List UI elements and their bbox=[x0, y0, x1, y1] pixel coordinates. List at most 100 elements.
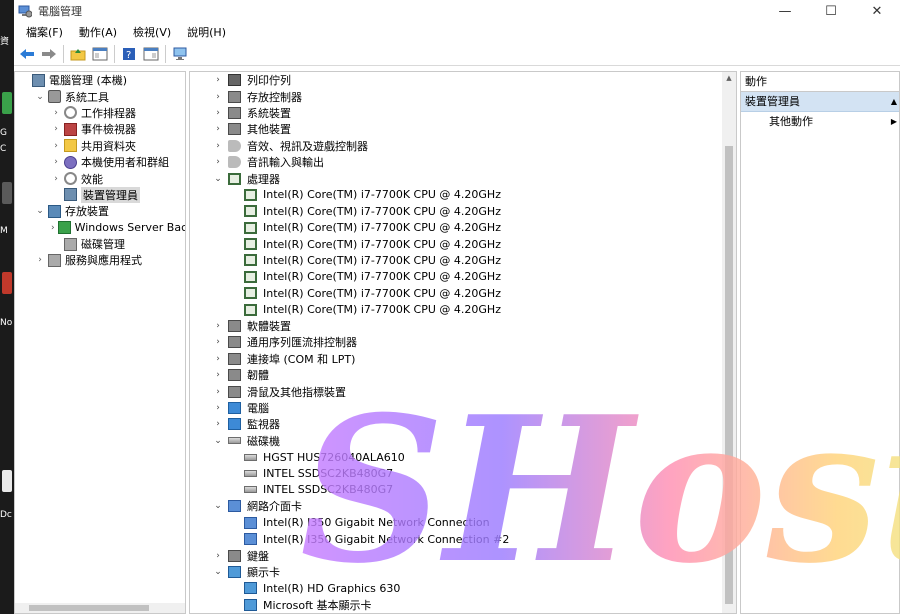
device-category[interactable]: › 監視器 bbox=[190, 416, 736, 432]
device-category[interactable]: › 鍵盤 bbox=[190, 547, 736, 563]
device-item[interactable]: Intel(R) I350 Gigabit Network Connection… bbox=[190, 531, 736, 547]
device-category[interactable]: › 連接埠 (COM 和 LPT) bbox=[190, 351, 736, 367]
device-category[interactable]: ⌄ 磁碟機 bbox=[190, 433, 736, 449]
chevron-right-icon[interactable]: › bbox=[35, 255, 45, 265]
menu-file[interactable]: 檔案(F) bbox=[18, 24, 71, 40]
device-category[interactable]: ⌄ 顯示卡 bbox=[190, 564, 736, 580]
show-hide-tree-button[interactable] bbox=[89, 44, 111, 64]
device-item[interactable]: HGST HUS726040ALA610 bbox=[190, 449, 736, 465]
device-category[interactable]: › 滑鼠及其他指標裝置 bbox=[190, 383, 736, 399]
maximize-button[interactable]: ☐ bbox=[808, 0, 854, 22]
chevron-down-icon[interactable]: ⌄ bbox=[212, 436, 224, 446]
tree-item[interactable]: › 本機使用者和群組 bbox=[15, 154, 185, 170]
device-category[interactable]: › 通用序列匯流排控制器 bbox=[190, 334, 736, 350]
menu-action[interactable]: 動作(A) bbox=[71, 24, 125, 40]
chevron-right-icon[interactable]: › bbox=[51, 174, 61, 184]
forward-button[interactable] bbox=[38, 44, 60, 64]
device-category[interactable]: › 系統裝置 bbox=[190, 105, 736, 121]
vertical-scrollbar[interactable]: ▲ bbox=[722, 72, 736, 613]
device-item[interactable]: Intel(R) Core(TM) i7-7700K CPU @ 4.20GHz bbox=[190, 269, 736, 285]
device-category[interactable]: › 列印佇列 bbox=[190, 72, 736, 88]
tree-item[interactable]: › 服務與應用程式 bbox=[15, 252, 185, 268]
back-button[interactable] bbox=[16, 44, 38, 64]
chevron-down-icon[interactable]: ⌄ bbox=[35, 92, 45, 102]
scrollbar-thumb[interactable] bbox=[725, 146, 733, 604]
chevron-right-icon[interactable]: › bbox=[212, 124, 224, 134]
device-item[interactable]: Intel(R) Core(TM) i7-7700K CPU @ 4.20GHz bbox=[190, 301, 736, 317]
device-item[interactable]: Intel(R) Core(TM) i7-7700K CPU @ 4.20GHz bbox=[190, 252, 736, 268]
up-level-button[interactable] bbox=[67, 44, 89, 64]
device-category[interactable]: › 音訊輸入與輸出 bbox=[190, 154, 736, 170]
chevron-right-icon[interactable]: › bbox=[212, 108, 224, 118]
close-button[interactable]: ✕ bbox=[854, 0, 900, 22]
collapse-triangle-icon[interactable]: ▲ bbox=[891, 92, 899, 111]
desktop-app-icon[interactable] bbox=[2, 470, 12, 492]
chevron-right-icon[interactable]: › bbox=[212, 75, 224, 85]
chevron-right-icon[interactable]: › bbox=[212, 157, 224, 167]
desktop-app-icon[interactable] bbox=[2, 272, 12, 294]
horizontal-scrollbar[interactable] bbox=[15, 603, 185, 613]
chevron-right-icon[interactable]: › bbox=[51, 124, 61, 134]
chevron-down-icon[interactable]: ⌄ bbox=[212, 567, 224, 577]
chevron-right-icon[interactable]: › bbox=[212, 92, 224, 102]
chevron-right-icon[interactable]: › bbox=[212, 354, 224, 364]
device-category[interactable]: › 音效、視訊及遊戲控制器 bbox=[190, 138, 736, 154]
chevron-right-icon[interactable]: › bbox=[51, 223, 55, 233]
device-item[interactable]: Intel(R) Core(TM) i7-7700K CPU @ 4.20GHz bbox=[190, 203, 736, 219]
actions-more-actions[interactable]: 其他動作 ▶ bbox=[741, 112, 899, 132]
properties-button[interactable] bbox=[140, 44, 162, 64]
device-label: 連接埠 (COM 和 LPT) bbox=[247, 352, 356, 366]
chevron-right-icon[interactable]: › bbox=[51, 141, 61, 151]
help-button[interactable]: ? bbox=[118, 44, 140, 64]
tree-item[interactable]: › 工作排程器 bbox=[15, 105, 185, 121]
device-item[interactable]: Intel(R) Core(TM) i7-7700K CPU @ 4.20GHz bbox=[190, 285, 736, 301]
device-item[interactable]: Microsoft 基本顯示卡 bbox=[190, 597, 736, 613]
device-category[interactable]: › 韌體 bbox=[190, 367, 736, 383]
device-category[interactable]: › 軟體裝置 bbox=[190, 318, 736, 334]
desktop-app-icon[interactable] bbox=[2, 182, 12, 204]
device-item[interactable]: INTEL SSDSC2KB480G7 bbox=[190, 482, 736, 498]
chevron-right-icon[interactable]: › bbox=[212, 370, 224, 380]
device-item[interactable]: Intel(R) HD Graphics 630 bbox=[190, 580, 736, 596]
tree-item[interactable]: › 效能 bbox=[15, 170, 185, 186]
chevron-right-icon[interactable]: › bbox=[212, 419, 224, 429]
device-category[interactable]: › 電腦 bbox=[190, 400, 736, 416]
device-item[interactable]: Intel(R) Core(TM) i7-7700K CPU @ 4.20GHz bbox=[190, 220, 736, 236]
chevron-right-icon[interactable]: › bbox=[212, 551, 224, 561]
tree-item[interactable]: 電腦管理 (本機) bbox=[15, 72, 185, 88]
chevron-right-icon[interactable]: › bbox=[51, 157, 61, 167]
device-item[interactable]: Intel(R) Core(TM) i7-7700K CPU @ 4.20GHz bbox=[190, 187, 736, 203]
menu-help[interactable]: 說明(H) bbox=[179, 24, 234, 40]
scroll-up-icon[interactable]: ▲ bbox=[722, 74, 736, 82]
device-item[interactable]: INTEL SSDSC2KB480G7 bbox=[190, 465, 736, 481]
chevron-down-icon[interactable]: ⌄ bbox=[212, 501, 224, 511]
device-category[interactable]: › 其他裝置 bbox=[190, 121, 736, 137]
title-bar[interactable]: 電腦管理 — ☐ ✕ bbox=[14, 0, 900, 22]
chevron-down-icon[interactable]: ⌄ bbox=[35, 206, 45, 216]
tree-item[interactable]: › Windows Server Backu bbox=[15, 220, 185, 236]
desktop-app-icon[interactable] bbox=[2, 92, 12, 114]
tree-item[interactable]: › 共用資料夾 bbox=[15, 138, 185, 154]
chevron-right-icon[interactable]: › bbox=[212, 387, 224, 397]
device-category[interactable]: ⌄ 網路介面卡 bbox=[190, 498, 736, 514]
tree-item[interactable]: ⌄ 系統工具 bbox=[15, 88, 185, 104]
tree-item[interactable]: › 事件檢視器 bbox=[15, 121, 185, 137]
menu-view[interactable]: 檢視(V) bbox=[125, 24, 179, 40]
chevron-right-icon[interactable]: › bbox=[212, 141, 224, 151]
chevron-down-icon[interactable]: ⌄ bbox=[212, 174, 224, 184]
scrollbar-thumb[interactable] bbox=[29, 605, 149, 611]
device-item[interactable]: Intel(R) Core(TM) i7-7700K CPU @ 4.20GHz bbox=[190, 236, 736, 252]
device-category[interactable]: ⌄ 處理器 bbox=[190, 170, 736, 186]
chevron-right-icon[interactable]: › bbox=[212, 321, 224, 331]
tree-item[interactable]: ⌄ 存放裝置 bbox=[15, 203, 185, 219]
device-category[interactable]: › 存放控制器 bbox=[190, 88, 736, 104]
chevron-right-icon[interactable]: › bbox=[212, 337, 224, 347]
scan-hardware-button[interactable] bbox=[169, 44, 191, 64]
minimize-button[interactable]: — bbox=[762, 0, 808, 22]
tree-item[interactable]: 磁碟管理 bbox=[15, 236, 185, 252]
actions-section-device-manager[interactable]: 裝置管理員 ▲ bbox=[741, 92, 899, 112]
chevron-right-icon[interactable]: › bbox=[51, 108, 61, 118]
tree-item[interactable]: 裝置管理員 bbox=[15, 186, 185, 203]
chevron-right-icon[interactable]: › bbox=[212, 403, 224, 413]
device-item[interactable]: Intel(R) I350 Gigabit Network Connection bbox=[190, 515, 736, 531]
